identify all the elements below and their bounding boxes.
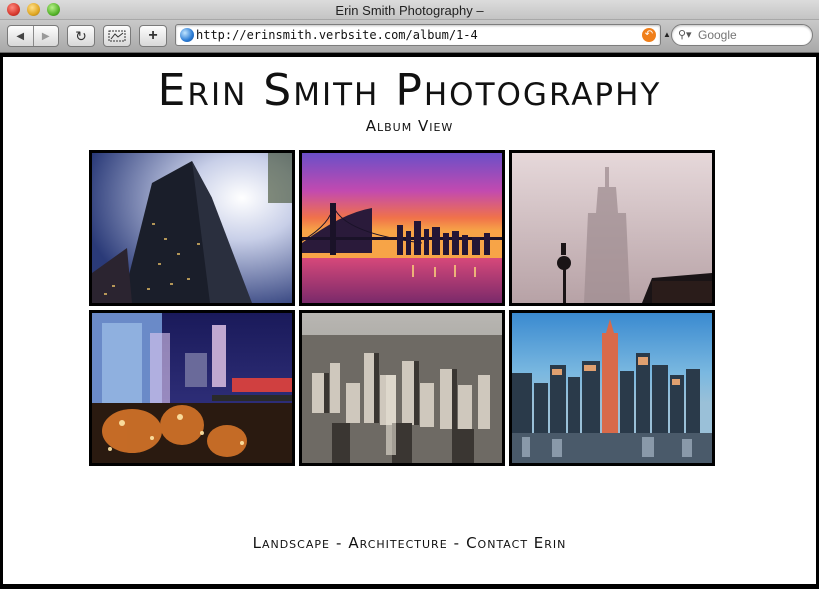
nav-link-architecture[interactable]: Architecture (348, 534, 447, 552)
browser-toolbar: ◀ ▶ ↻ + http://erinsmith.verbsite.com/al… (0, 20, 819, 53)
window-titlebar: Erin Smith Photography – (0, 0, 819, 20)
nav-separator: - (453, 534, 461, 552)
url-text[interactable]: http://erinsmith.verbsite.com/album/1-4 (196, 28, 478, 42)
nav-link-contact[interactable]: Contact Erin (466, 534, 566, 552)
address-bar[interactable]: http://erinsmith.verbsite.com/album/1-4 … (175, 24, 661, 46)
add-bookmark-button[interactable]: + (139, 25, 167, 47)
back-arrow-icon[interactable]: ◀ (8, 31, 33, 42)
photo-thumbnail[interactable] (89, 150, 295, 306)
globe-icon (180, 28, 194, 42)
skyscraper-photo (92, 153, 292, 303)
forward-arrow-icon[interactable]: ▶ (34, 31, 59, 42)
empire-state-fog-photo (512, 153, 712, 303)
nav-separator: - (335, 534, 343, 552)
webclip-icon (108, 30, 126, 42)
search-icon[interactable]: ⚲▾ (678, 28, 692, 41)
reload-icon: ↻ (75, 27, 87, 44)
webclip-button[interactable] (103, 25, 131, 47)
snapback-icon[interactable]: ↶ (642, 28, 656, 42)
search-input[interactable] (698, 26, 808, 44)
nav-link-landscape[interactable]: Landscape (253, 534, 330, 552)
back-forward-group: ◀ ▶ (7, 25, 59, 47)
reload-button[interactable]: ↻ (67, 25, 95, 47)
skyline-dusk-photo (512, 313, 712, 463)
photo-thumbnail[interactable] (299, 310, 505, 466)
photo-grid (89, 150, 716, 467)
aerial-city-photo (302, 313, 502, 463)
photo-thumbnail[interactable] (509, 310, 715, 466)
bridge-sunset-photo (302, 153, 502, 303)
photo-thumbnail[interactable] (299, 150, 505, 306)
plus-icon: + (148, 27, 158, 44)
search-bar[interactable]: ⚲▾ (671, 24, 813, 46)
photo-thumbnail[interactable] (509, 150, 715, 306)
photo-thumbnail[interactable] (89, 310, 295, 466)
page-subtitle: Album View (365, 117, 454, 135)
window-title: Erin Smith Photography – (335, 3, 484, 18)
site-title: Erin Smith Photography (157, 65, 662, 116)
footer-navigation: Landscape - Architecture - Contact Erin (3, 534, 816, 552)
city-night-photo (92, 313, 292, 463)
chevron-up-icon[interactable]: ▲ (663, 30, 671, 39)
web-page: Erin Smith Photography Album View Landsc… (3, 57, 816, 584)
